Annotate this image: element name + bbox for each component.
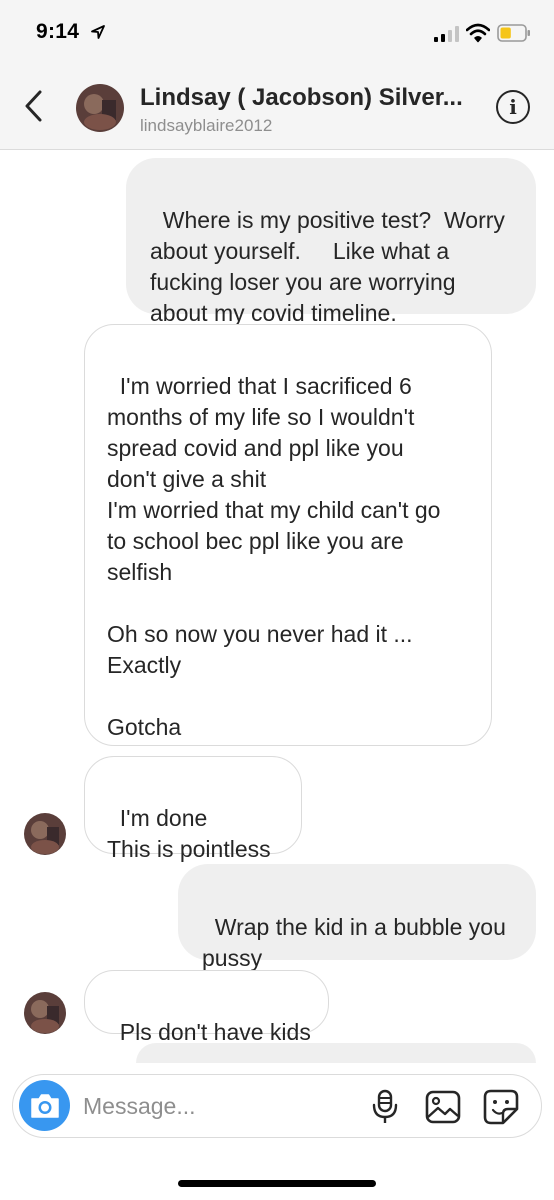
- info-icon[interactable]: i: [496, 90, 530, 124]
- message-bubble-received[interactable]: Pls don't have kids: [84, 970, 329, 1045]
- sender-avatar[interactable]: [24, 813, 66, 855]
- message-text: Wrap the kid in a bubble you pussy: [202, 914, 506, 971]
- message-bubble-sent[interactable]: Wrap the kid in a bubble you pussy: [178, 864, 536, 971]
- camera-button[interactable]: [19, 1080, 70, 1131]
- conversation-header: Lindsay ( Jacobson) Silver... lindsaybla…: [0, 62, 554, 150]
- message-input[interactable]: [83, 1089, 353, 1123]
- contact-name[interactable]: Lindsay ( Jacobson) Silver...: [140, 84, 463, 112]
- wifi-icon: [466, 23, 490, 43]
- contact-avatar[interactable]: [76, 84, 124, 132]
- message-text: Where is my positive test? Worry about y…: [150, 207, 505, 326]
- microphone-icon[interactable]: [371, 1089, 399, 1125]
- message-bubble-sent[interactable]: Where is my positive test? Worry about y…: [126, 158, 536, 326]
- message-text: I'm done This is pointless: [107, 805, 271, 862]
- status-time: 9:14: [36, 20, 80, 43]
- back-chevron-icon[interactable]: [20, 88, 50, 124]
- message-bubble-received[interactable]: I'm done This is pointless: [84, 756, 302, 862]
- sender-avatar[interactable]: [24, 992, 66, 1034]
- message-text: Pls don't have kids: [119, 1019, 311, 1045]
- message-composer: [12, 1074, 542, 1138]
- status-bar: 9:14: [0, 0, 554, 62]
- message-bubble-sent-partial[interactable]: [136, 1043, 536, 1063]
- cellular-signal-icon: [434, 26, 459, 42]
- home-indicator[interactable]: [178, 1180, 376, 1187]
- info-label: i: [509, 95, 517, 119]
- sticker-icon[interactable]: [483, 1089, 519, 1125]
- gallery-icon[interactable]: [425, 1089, 461, 1125]
- message-bubble-received[interactable]: I'm worried that I sacrificed 6 months o…: [84, 324, 492, 746]
- contact-username: lindsayblaire2012: [140, 116, 273, 135]
- location-arrow-icon: [91, 25, 105, 39]
- camera-icon: [30, 1093, 59, 1118]
- battery-icon: [497, 24, 530, 42]
- message-text: I'm worried that I sacrificed 6 months o…: [107, 373, 441, 740]
